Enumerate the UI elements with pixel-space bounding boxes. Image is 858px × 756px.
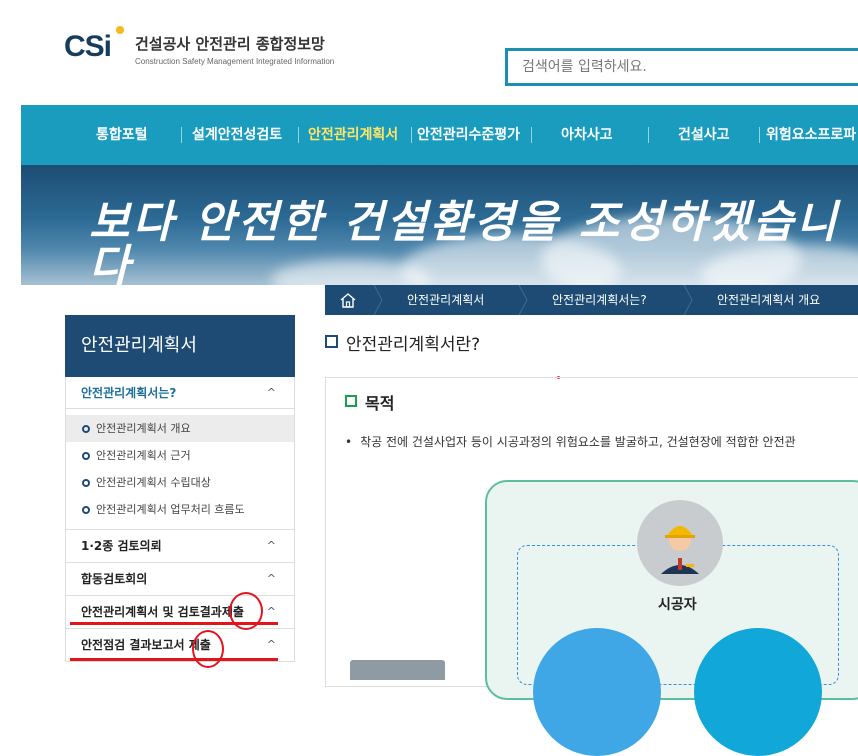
title-square-icon	[325, 335, 338, 348]
nav-hazard-profile[interactable]: 위험요소프로파	[766, 105, 856, 165]
worker-icon	[661, 526, 699, 574]
page-title-text: 안전관리계획서란?	[346, 335, 481, 355]
sidebar-section-label: 안전관리계획서는?	[81, 386, 177, 400]
hero-banner: 보다 안전한 건설환경을 조성하겠습니다	[21, 165, 858, 285]
heading-square-icon	[345, 395, 357, 407]
nav-divider	[648, 127, 649, 143]
chevron-up-icon: ^	[266, 539, 276, 552]
gray-tab[interactable]	[350, 660, 445, 680]
chevron-up-icon: ^	[266, 386, 276, 399]
logo-dot	[116, 26, 124, 34]
nav-divider	[531, 127, 532, 143]
sidebar-section-joint-review[interactable]: 합동검토회의 ^	[66, 563, 294, 596]
nav-safety-plan[interactable]: 안전관리계획서	[308, 105, 398, 165]
logo-mark-text: CSi	[64, 30, 112, 63]
breadcrumb-item[interactable]: 안전관리계획서	[407, 285, 484, 315]
diagram-circle	[533, 628, 661, 756]
annotation-circle	[229, 592, 263, 630]
sidebar-section-review-request[interactable]: 1·2종 검토의뢰 ^	[66, 530, 294, 563]
sidebar-submenu: 안전관리계획서 개요 안전관리계획서 근거 안전관리계획서 수립대상 안전관리계…	[66, 409, 294, 530]
breadcrumb-separator-icon	[683, 285, 693, 315]
nav-divider	[181, 127, 182, 143]
home-icon[interactable]	[339, 292, 357, 308]
chevron-up-icon: ^	[266, 572, 276, 585]
search-box	[505, 48, 858, 86]
sidebar-section-label: 1·2종 검토의뢰	[81, 539, 162, 553]
sidebar-item-plan-targets[interactable]: 안전관리계획서 수립대상	[66, 469, 294, 496]
nav-integrated-portal[interactable]: 통합포털	[96, 105, 148, 165]
breadcrumb-item[interactable]: 안전관리계획서는?	[552, 285, 647, 315]
nav-divider	[298, 127, 299, 143]
logo-title: 건설공사 안전관리 종합정보망	[135, 35, 325, 53]
sidebar-title: 안전관리계획서	[65, 315, 295, 377]
nav-safety-level-eval[interactable]: 안전관리수준평가	[417, 105, 520, 165]
banner-slogan: 보다 안전한 건설환경을 조성하겠습니다	[89, 197, 840, 286]
sidebar-section-label: 합동검토회의	[81, 572, 148, 586]
nav-near-miss[interactable]: 아차사고	[561, 105, 613, 165]
breadcrumb-separator-icon	[518, 285, 528, 315]
nav-design-safety-review[interactable]: 설계안전성검토	[192, 105, 282, 165]
chevron-up-icon: ^	[266, 638, 276, 651]
breadcrumb-item-current[interactable]: 안전관리계획서 개요	[717, 285, 820, 315]
search-input[interactable]	[508, 51, 858, 83]
annotation-underline	[70, 658, 278, 661]
nav-divider	[411, 127, 412, 143]
main-navigation: 통합포털 설계안전성검토 안전관리계획서 안전관리수준평가 아차사고 건설사고 …	[21, 105, 858, 165]
site-logo[interactable]: CSi	[64, 26, 124, 63]
sidebar-item-plan-workflow[interactable]: 안전관리계획서 업무처리 흐름도	[66, 496, 294, 523]
nav-divider	[759, 127, 760, 143]
breadcrumb: 안전관리계획서 안전관리계획서는? 안전관리계획서 개요	[325, 285, 858, 315]
sidebar-item-plan-overview[interactable]: 안전관리계획서 개요	[66, 415, 294, 442]
constructor-avatar	[637, 500, 723, 586]
purpose-paragraph: 착공 전에 건설사업자 등이 시공과정의 위험요소를 발굴하고, 건설현장에 적…	[345, 436, 796, 448]
breadcrumb-separator-icon	[373, 285, 383, 315]
logo-subtitle: Construction Safety Management Integrate…	[135, 57, 335, 66]
nav-construction-accident[interactable]: 건설사고	[678, 105, 730, 165]
sidebar-item-plan-basis[interactable]: 안전관리계획서 근거	[66, 442, 294, 469]
diagram-circle	[694, 628, 822, 756]
section-heading: 목적	[345, 395, 394, 412]
constructor-label: 시공자	[658, 597, 697, 613]
page-title: 안전관리계획서란?	[325, 335, 480, 354]
sidebar-section-label: 안전관리계획서 및 검토결과제출	[81, 605, 244, 619]
section-heading-text: 목적	[365, 394, 395, 413]
annotation-circle	[192, 630, 224, 668]
sidebar-section-overview[interactable]: 안전관리계획서는? ^	[66, 377, 294, 409]
